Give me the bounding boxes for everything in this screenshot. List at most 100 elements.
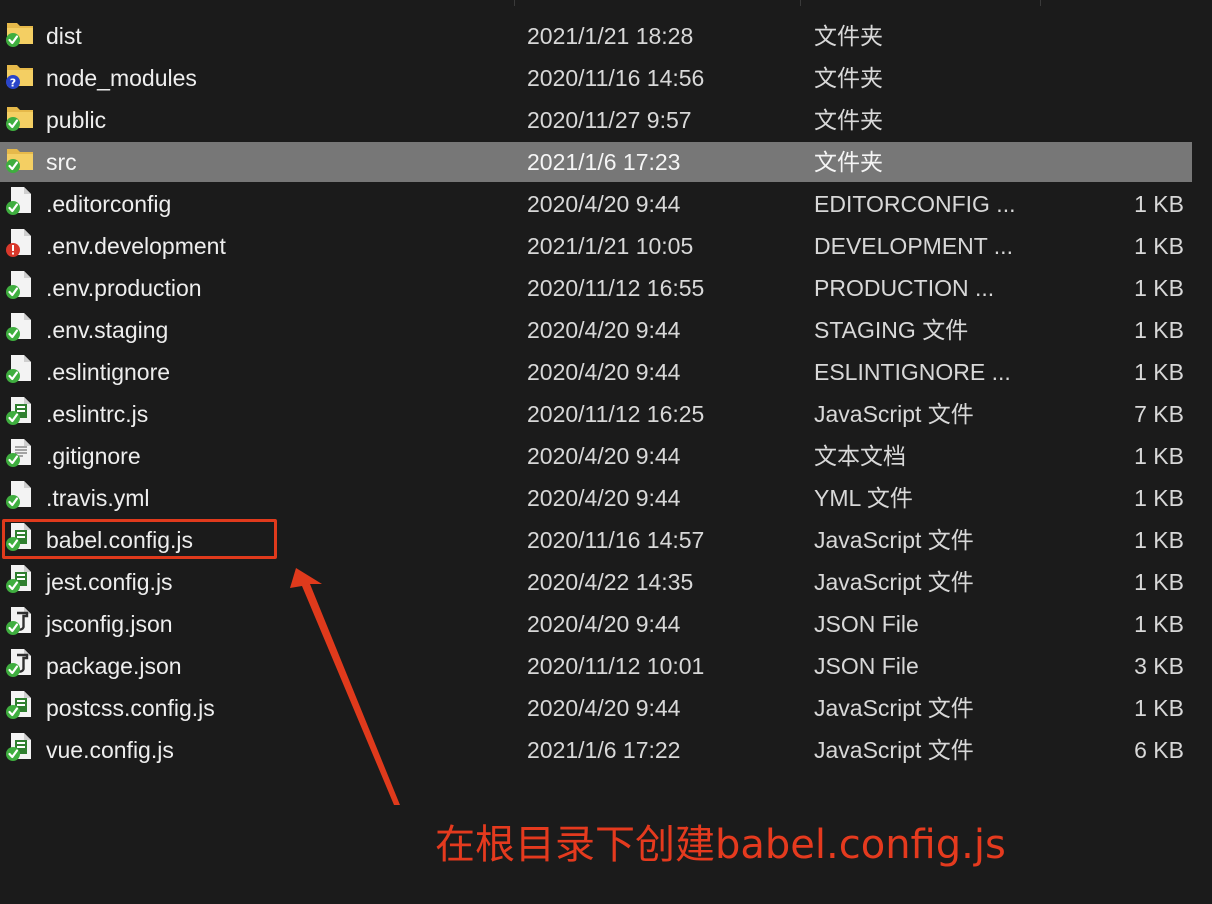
- file-size: 1 KB: [1134, 527, 1184, 553]
- file-row[interactable]: .env.development 2021/1/21 10:05 DEVELOPME…: [0, 226, 1192, 266]
- file-row[interactable]: vue.config.js 2021/1/6 17:22 JavaScript 文件…: [0, 730, 1192, 770]
- file-type: STAGING 文件: [814, 317, 969, 343]
- column-divider-type[interactable]: [800, 0, 801, 6]
- file-date-modified: 2021/1/21 18:28: [527, 23, 694, 49]
- file-name: babel.config.js: [46, 527, 194, 553]
- file-row[interactable]: .env.production 2020/11/12 16:55 PRODUCTIO…: [0, 268, 1192, 308]
- file-type: JSON File: [814, 611, 919, 637]
- file-row[interactable]: dist 2021/1/21 18:28 文件夹: [0, 16, 1192, 56]
- file-row[interactable]: package.json 2020/11/12 10:01 JSON File 3 K…: [0, 646, 1192, 686]
- file-row[interactable]: .eslintrc.js 2020/11/12 16:25 JavaScript 文…: [0, 394, 1192, 434]
- file-row[interactable]: ? node_modules 2020/11/16 14:56 文件夹: [0, 58, 1192, 98]
- file-date-modified: 2020/11/16 14:57: [527, 527, 705, 553]
- file-synced-icon: [4, 268, 36, 300]
- file-row[interactable]: .eslintignore 2020/4/20 9:44 ESLINTIGNORE …: [0, 352, 1192, 392]
- file-row[interactable]: jsconfig.json 2020/4/20 9:44 JSON File 1 KB: [0, 604, 1192, 644]
- folder-unversioned-icon: ?: [4, 58, 36, 90]
- file-size: 6 KB: [1134, 737, 1184, 763]
- file-explorer: dist 2021/1/21 18:28 文件夹? node_modules 2020/…: [0, 0, 1212, 904]
- file-date-modified: 2020/4/20 9:44: [527, 443, 681, 469]
- file-size: 1 KB: [1134, 233, 1184, 259]
- column-divider-size[interactable]: [1040, 0, 1041, 6]
- file-type: 文本文档: [814, 443, 906, 469]
- file-date-modified: 2021/1/6 17:23: [527, 149, 681, 175]
- file-size: 7 KB: [1134, 401, 1184, 427]
- file-name: .travis.yml: [46, 485, 150, 511]
- file-type: EDITORCONFIG ...: [814, 191, 1016, 217]
- js-file-synced-icon: [4, 562, 36, 594]
- file-size: 1 KB: [1134, 191, 1184, 217]
- file-name: postcss.config.js: [46, 695, 215, 721]
- file-type: 文件夹: [814, 23, 883, 49]
- file-name: .eslintrc.js: [46, 401, 149, 427]
- file-row[interactable]: jest.config.js 2020/4/22 14:35 JavaScript …: [0, 562, 1192, 602]
- js-file-synced-icon: [4, 394, 36, 426]
- file-row[interactable]: public 2020/11/27 9:57 文件夹: [0, 100, 1192, 140]
- file-name: jsconfig.json: [46, 611, 173, 637]
- folder-synced-icon: [4, 142, 36, 174]
- file-date-modified: 2020/4/22 14:35: [527, 569, 694, 595]
- file-name: node_modules: [46, 65, 197, 91]
- file-name: vue.config.js: [46, 737, 174, 763]
- file-date-modified: 2021/1/6 17:22: [527, 737, 681, 763]
- file-type: ESLINTIGNORE ...: [814, 359, 1011, 385]
- file-row[interactable]: postcss.config.js 2020/4/20 9:44 JavaScrip…: [0, 688, 1192, 728]
- file-size: 1 KB: [1134, 275, 1184, 301]
- file-date-modified: 2020/11/12 16:55: [527, 275, 705, 301]
- file-date-modified: 2020/4/20 9:44: [527, 611, 681, 637]
- file-date-modified: 2020/4/20 9:44: [527, 191, 681, 217]
- file-date-modified: 2020/4/20 9:44: [527, 485, 681, 511]
- file-type: 文件夹: [814, 149, 883, 175]
- file-name: .env.staging: [46, 317, 169, 343]
- file-size: 1 KB: [1134, 359, 1184, 385]
- file-synced-icon: [4, 478, 36, 510]
- file-date-modified: 2020/4/20 9:44: [527, 695, 681, 721]
- file-name: .gitignore: [46, 443, 141, 469]
- file-name: public: [46, 107, 107, 133]
- text-file-synced-icon: [4, 436, 36, 468]
- file-name: .editorconfig: [46, 191, 172, 217]
- file-size: 1 KB: [1134, 611, 1184, 637]
- file-row[interactable]: src 2021/1/6 17:23 文件夹: [0, 142, 1192, 182]
- file-row[interactable]: babel.config.js 2020/11/16 14:57 JavaScrip…: [0, 520, 1192, 560]
- file-date-modified: 2020/11/16 14:56: [527, 65, 705, 91]
- file-date-modified: 2020/11/27 9:57: [527, 107, 692, 133]
- file-type: JavaScript 文件: [814, 527, 974, 553]
- column-divider-date[interactable]: [514, 0, 515, 6]
- js-file-synced-icon: [4, 730, 36, 762]
- file-size: 1 KB: [1134, 695, 1184, 721]
- file-type: JavaScript 文件: [814, 401, 974, 427]
- file-size: 1 KB: [1134, 569, 1184, 595]
- file-size: 3 KB: [1134, 653, 1184, 679]
- json-file-synced-icon: [4, 646, 36, 678]
- file-row[interactable]: .gitignore 2020/4/20 9:44 文本文档 1 KB: [0, 436, 1192, 476]
- file-row[interactable]: .travis.yml 2020/4/20 9:44 YML 文件 1 KB: [0, 478, 1192, 518]
- file-type: PRODUCTION ...: [814, 275, 995, 301]
- js-file-synced-icon: [4, 688, 36, 720]
- file-date-modified: 2020/11/12 10:01: [527, 653, 705, 679]
- file-size: 1 KB: [1134, 485, 1184, 511]
- file-name: .eslintignore: [46, 359, 171, 385]
- file-type: 文件夹: [814, 107, 883, 133]
- file-name: src: [46, 149, 77, 175]
- file-date-modified: 2020/11/12 16:25: [527, 401, 705, 427]
- file-type: JavaScript 文件: [814, 695, 974, 721]
- file-size: 1 KB: [1134, 317, 1184, 343]
- file-date-modified: 2020/4/20 9:44: [527, 317, 681, 343]
- file-type: 文件夹: [814, 65, 883, 91]
- file-size: 1 KB: [1134, 443, 1184, 469]
- annotation-text: 在根目录下创建babel.config.js: [435, 822, 1006, 868]
- file-date-modified: 2021/1/21 10:05: [527, 233, 694, 259]
- file-type: JavaScript 文件: [814, 737, 974, 763]
- file-row[interactable]: .editorconfig 2020/4/20 9:44 EDITORCONFIG …: [0, 184, 1192, 224]
- file-row[interactable]: .env.staging 2020/4/20 9:44 STAGING 文件 1 KB: [0, 310, 1192, 350]
- file-name: jest.config.js: [46, 569, 173, 595]
- svg-text:?: ?: [10, 77, 16, 90]
- file-modified-icon: [4, 226, 36, 258]
- file-name: .env.development: [46, 233, 226, 259]
- file-name: package.json: [46, 653, 182, 679]
- file-synced-icon: [4, 310, 36, 342]
- folder-synced-icon: [4, 100, 36, 132]
- file-name: .env.production: [46, 275, 202, 301]
- js-file-synced-icon: [4, 520, 36, 552]
